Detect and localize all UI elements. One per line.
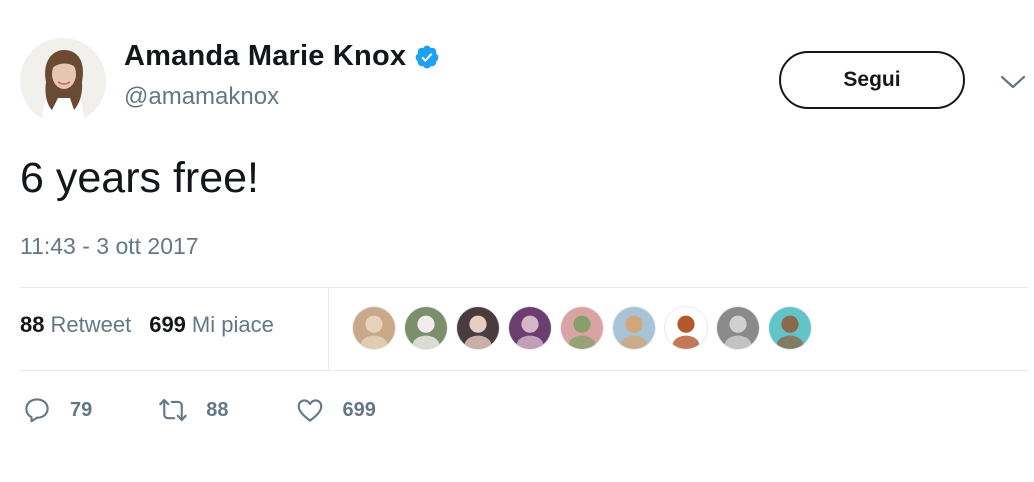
liker-avatar[interactable] [456, 306, 500, 350]
like-stat-count: 699 [149, 312, 186, 337]
divider [328, 287, 329, 370]
liker-avatar[interactable] [508, 306, 552, 350]
user-name-row: Amanda Marie Knox [124, 40, 440, 73]
like-button[interactable]: 699 [295, 395, 376, 425]
like-stat-label: Mi piace [191, 312, 274, 337]
liker-avatar[interactable] [612, 306, 656, 350]
user-name[interactable]: Amanda Marie Knox [124, 40, 406, 73]
liker-avatar[interactable] [716, 306, 760, 350]
follow-button[interactable]: Segui [779, 51, 965, 109]
verified-badge-icon [414, 44, 440, 70]
retweet-button[interactable]: 88 [158, 395, 229, 425]
retweet-stat-count: 88 [20, 312, 45, 337]
reply-icon [25, 398, 49, 423]
retweet-icon [159, 398, 188, 422]
tweet-actions: 79 88 699 [22, 395, 442, 425]
liker-avatar[interactable] [664, 306, 708, 350]
tweet-timestamp[interactable]: 11:43 - 3 ott 2017 [20, 233, 199, 260]
reply-count: 79 [70, 398, 93, 421]
retweet-stat-label: Retweet [50, 312, 132, 337]
retweet-count: 88 [206, 398, 229, 421]
liker-avatar[interactable] [404, 306, 448, 350]
profile-photo [20, 38, 106, 124]
like-stat[interactable]: 699 Mi piace [149, 312, 274, 338]
tweet-stats: 88 Retweet 699 Mi piace [20, 312, 292, 338]
liker-avatar[interactable] [768, 306, 812, 350]
divider [20, 370, 1028, 371]
like-count: 699 [342, 398, 376, 421]
liker-avatar[interactable] [352, 306, 396, 350]
heart-icon [297, 399, 322, 422]
tweet-text: 6 years free! [20, 154, 259, 202]
divider [20, 287, 1028, 288]
liker-avatars [352, 306, 820, 350]
chevron-down-icon[interactable] [1000, 74, 1026, 90]
reply-button[interactable]: 79 [22, 395, 92, 425]
retweet-stat[interactable]: 88 Retweet [20, 312, 131, 338]
user-handle[interactable]: @amamaknox [124, 83, 279, 111]
liker-avatar[interactable] [560, 306, 604, 350]
avatar[interactable] [20, 38, 106, 124]
